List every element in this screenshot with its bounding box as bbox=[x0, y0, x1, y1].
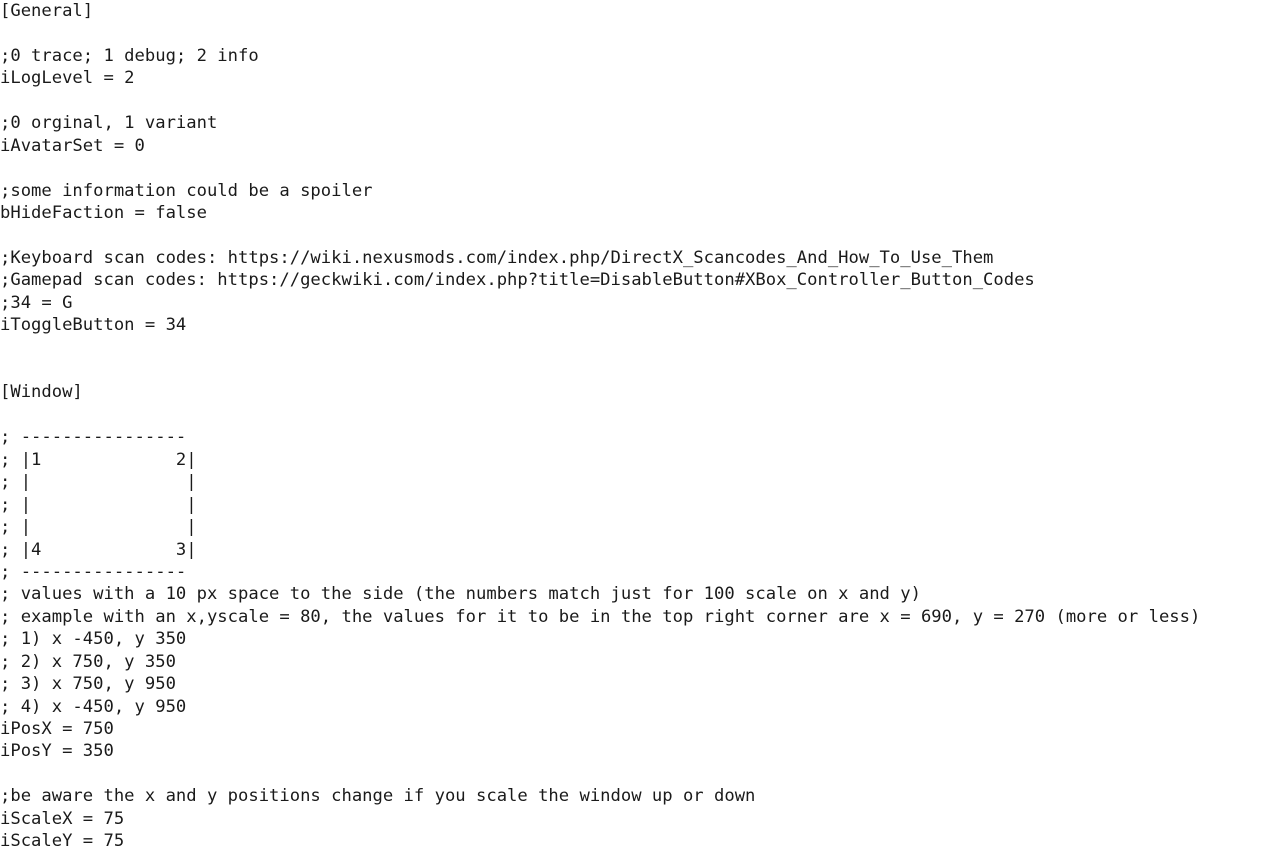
text-line: iPosX = 750 bbox=[0, 719, 114, 739]
text-line: iToggleButton = 34 bbox=[0, 315, 187, 336]
text-line: [General] bbox=[0, 1, 94, 21]
text-line: ; ---------------- bbox=[0, 427, 187, 448]
text-line: bHideFaction = false bbox=[0, 202, 207, 223]
text-line: ; | | bbox=[0, 472, 197, 493]
text-line: iScaleY = 75 bbox=[0, 831, 125, 852]
text-line: iPosY = 350 bbox=[0, 741, 114, 762]
config-file-text[interactable]: [General] ;0 trace; 1 debug; 2 info iLogL… bbox=[0, 0, 1280, 853]
text-line: ; values with a 10 px space to the side … bbox=[0, 584, 921, 605]
text-line: ;0 trace; 1 debug; 2 info bbox=[0, 45, 259, 66]
text-line: ; 4) x -450, y 950 bbox=[0, 696, 187, 717]
text-line: ; | | bbox=[0, 494, 197, 515]
text-line: ;0 orginal, 1 variant bbox=[0, 113, 218, 134]
text-line: ;be aware the x and y positions change i… bbox=[0, 786, 756, 807]
text-line: ;some information could be a spoiler bbox=[0, 180, 373, 201]
text-line: ;Gamepad scan codes: https://geckwiki.co… bbox=[0, 270, 1035, 291]
text-line: [Window] bbox=[0, 382, 83, 403]
text-line: iLogLevel = 2 bbox=[0, 68, 135, 89]
text-line: ; 1) x -450, y 350 bbox=[0, 629, 187, 650]
text-line: ; 2) x 750, y 350 bbox=[0, 651, 176, 672]
text-line: ;34 = G bbox=[0, 292, 73, 313]
text-line: ; ---------------- bbox=[0, 561, 187, 582]
text-line: ; | | bbox=[0, 517, 197, 538]
text-line: iScaleX = 75 bbox=[0, 808, 125, 829]
text-line: ; |4 3| bbox=[0, 539, 197, 560]
text-line: ; 3) x 750, y 950 bbox=[0, 674, 176, 695]
text-line: ;Keyboard scan codes: https://wiki.nexus… bbox=[0, 247, 994, 268]
text-line: ; |1 2| bbox=[0, 449, 197, 470]
text-line: iAvatarSet = 0 bbox=[0, 135, 145, 156]
text-line: ; example with an x,yscale = 80, the val… bbox=[0, 606, 1201, 627]
